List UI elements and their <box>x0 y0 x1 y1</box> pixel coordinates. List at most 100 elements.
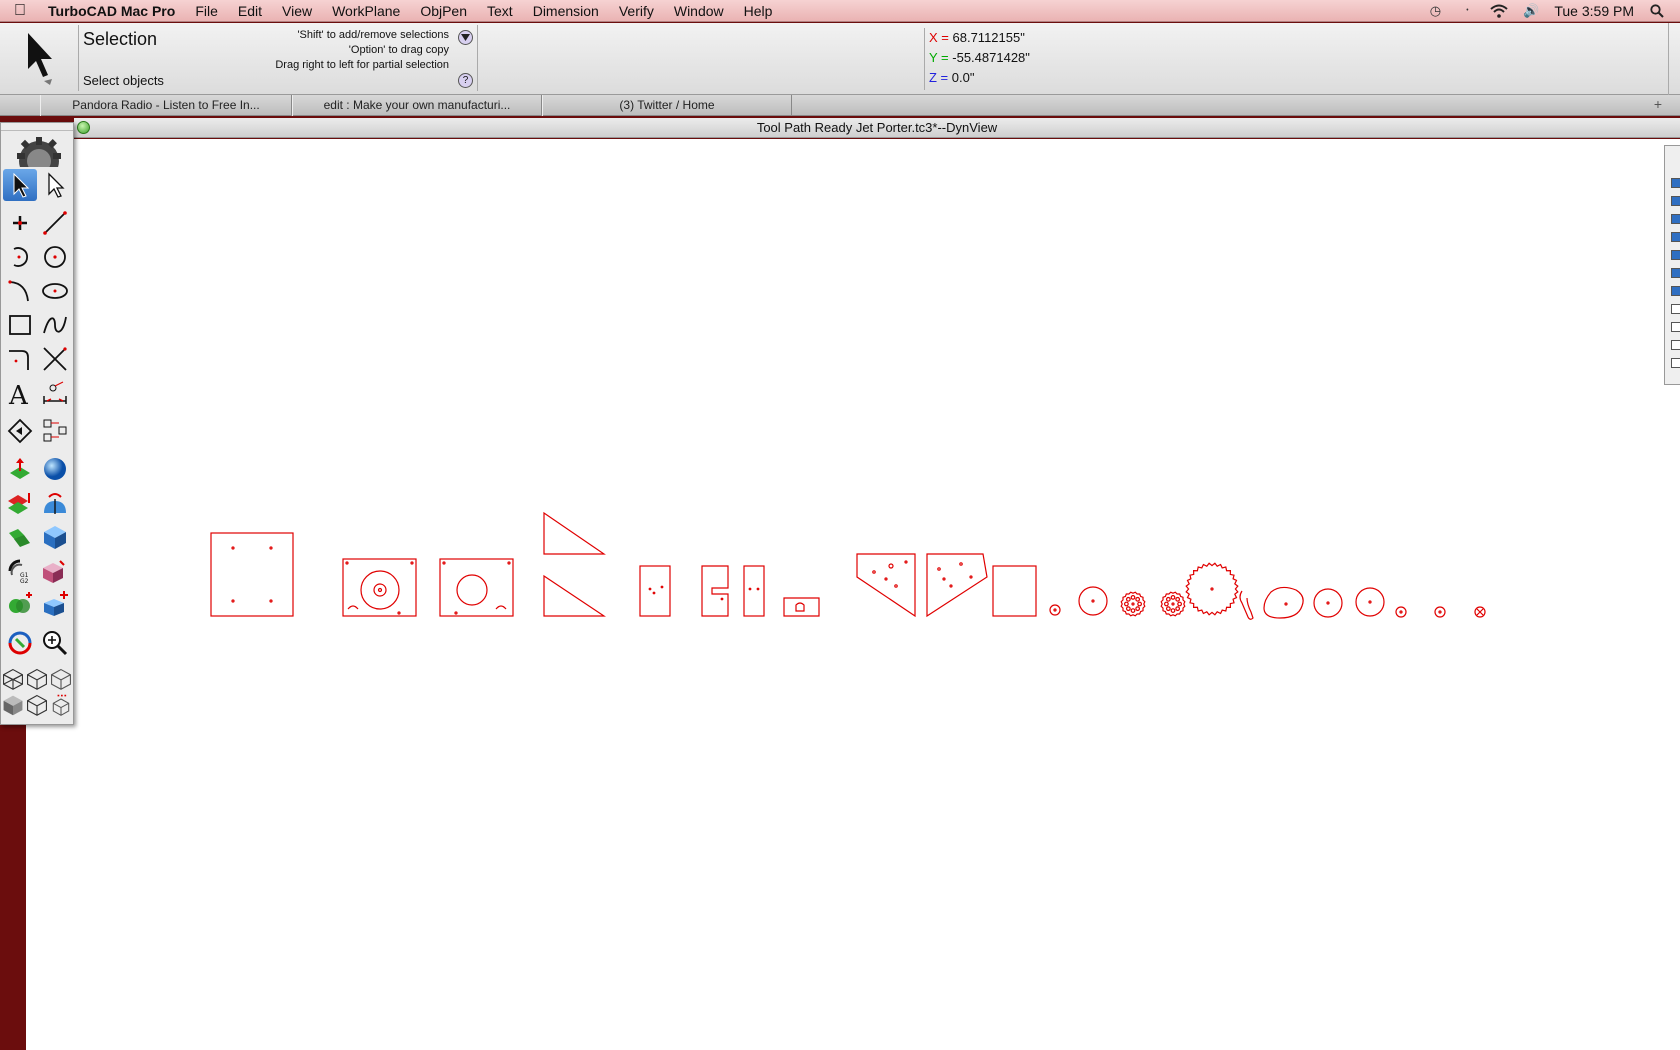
text-tool[interactable]: A <box>3 377 37 409</box>
z-value[interactable]: 0.0" <box>952 70 975 85</box>
menu-file[interactable]: File <box>185 0 228 22</box>
toolpath-g1g2-icon: G1G2 <box>8 559 29 585</box>
menu-window[interactable]: Window <box>664 0 734 22</box>
layer-visibility-checkbox[interactable] <box>1671 358 1680 368</box>
tab-pandora[interactable]: Pandora Radio - Listen to Free In... <box>40 95 292 116</box>
menu-workplane[interactable]: WorkPlane <box>322 0 410 22</box>
wifi-icon[interactable] <box>1490 3 1509 19</box>
curve-tool[interactable] <box>3 275 37 307</box>
menu-view[interactable]: View <box>272 0 322 22</box>
part-cam[interactable] <box>1263 586 1304 619</box>
box-tool[interactable] <box>38 521 72 553</box>
sweep-tool[interactable] <box>3 487 37 519</box>
view-outline-tool[interactable] <box>25 689 49 721</box>
rectangle-tool[interactable] <box>3 309 37 341</box>
drawing-area[interactable] <box>26 139 1680 1050</box>
part-narrow-rect-2[interactable] <box>743 565 765 617</box>
menu-objpen[interactable]: ObjPen <box>410 0 477 22</box>
layer-visibility-checkbox[interactable] <box>1671 340 1680 350</box>
layer-visibility-checkbox[interactable] <box>1671 250 1680 260</box>
part-pentagon-left[interactable] <box>856 553 916 618</box>
part-washer-3[interactable] <box>1474 606 1486 618</box>
add-solid-tool[interactable] <box>38 589 72 621</box>
trim-tool[interactable] <box>38 343 72 375</box>
part-gear-1[interactable] <box>1120 591 1146 617</box>
part-pentagon-right[interactable] <box>926 553 988 618</box>
point-tool[interactable] <box>3 207 37 239</box>
layer-visibility-checkbox[interactable] <box>1671 232 1680 242</box>
orbit-tool[interactable] <box>3 627 37 659</box>
fillet-tool[interactable] <box>3 343 37 375</box>
spline-tool[interactable] <box>38 309 72 341</box>
part-washer-1[interactable] <box>1395 606 1407 618</box>
revolve-tool[interactable] <box>38 487 72 519</box>
window-zoom-button[interactable] <box>77 121 90 134</box>
time-machine-icon[interactable]: ◷ <box>1426 3 1444 19</box>
loft-tool[interactable] <box>3 521 37 553</box>
x-value[interactable]: 68.7112155" <box>953 30 1025 45</box>
view-render-tool[interactable] <box>49 689 73 721</box>
circle-tool[interactable] <box>38 241 72 273</box>
menu-dimension[interactable]: Dimension <box>523 0 609 22</box>
options-dropdown-button[interactable] <box>458 30 473 45</box>
part-washer-2[interactable] <box>1434 606 1446 618</box>
dimension-tool[interactable] <box>38 377 72 409</box>
tab-edit[interactable]: edit : Make your own manufacturi... <box>292 95 542 116</box>
select-tool[interactable] <box>3 169 37 201</box>
view-shaded-tool[interactable] <box>1 689 25 721</box>
sphere-tool[interactable] <box>38 453 72 485</box>
tab-twitter[interactable]: (3) Twitter / Home <box>542 95 792 116</box>
extrude-tool[interactable] <box>3 453 37 485</box>
apple-menu-icon[interactable]:  <box>0 2 40 20</box>
part-hook[interactable] <box>1239 590 1254 620</box>
new-tab-button[interactable]: + <box>1654 96 1662 112</box>
part-large-gear[interactable] <box>1185 562 1239 616</box>
spotlight-search-icon[interactable] <box>1648 3 1666 19</box>
menu-edit[interactable]: Edit <box>228 0 272 22</box>
bluetooth-icon[interactable]: ᛫ <box>1458 3 1476 19</box>
palette-header[interactable] <box>1 123 73 131</box>
part-plate-circle[interactable] <box>439 558 514 617</box>
part-triangle-bottom[interactable] <box>543 574 606 617</box>
document-title-bar[interactable]: Tool Path Ready Jet Porter.tc3*--DynView <box>74 118 1680 138</box>
zoom-tool[interactable] <box>38 627 72 659</box>
volume-icon[interactable]: 🔊 <box>1522 3 1540 19</box>
layer-visibility-checkbox[interactable] <box>1671 304 1680 314</box>
layer-visibility-checkbox[interactable] <box>1671 268 1680 278</box>
menu-help[interactable]: Help <box>734 0 783 22</box>
part-narrow-rect-1[interactable] <box>639 565 671 617</box>
part-disc-2[interactable] <box>1313 588 1343 618</box>
arc-tool[interactable] <box>3 241 37 273</box>
menu-verify[interactable]: Verify <box>609 0 664 22</box>
layer-visibility-checkbox[interactable] <box>1671 214 1680 224</box>
material-tool[interactable] <box>38 555 72 587</box>
menu-text[interactable]: Text <box>477 0 523 22</box>
g-code-tool[interactable]: G1 G2 <box>3 555 37 587</box>
layer-visibility-checkbox[interactable] <box>1671 178 1680 188</box>
part-disc-1[interactable] <box>1078 586 1108 616</box>
part-plate-concentric[interactable] <box>342 558 417 617</box>
menu-app-name[interactable]: TurboCAD Mac Pro <box>40 0 185 22</box>
direct-select-tool[interactable] <box>38 169 72 201</box>
ellipse-tool[interactable] <box>38 275 72 307</box>
part-disc-3[interactable] <box>1355 587 1385 617</box>
boolean-tool[interactable] <box>3 589 37 621</box>
layer-visibility-checkbox[interactable] <box>1671 196 1680 206</box>
array-tool[interactable] <box>38 415 72 447</box>
drawing-canvas[interactable] <box>26 139 1680 1050</box>
transform-tool[interactable] <box>3 415 37 447</box>
part-gear-2[interactable] <box>1160 591 1186 617</box>
line-tool[interactable] <box>38 207 72 239</box>
part-washer-tiny[interactable] <box>1049 604 1061 616</box>
part-square-plate[interactable] <box>210 532 294 617</box>
help-button[interactable]: ? <box>458 73 473 88</box>
menu-clock[interactable]: Tue 3:59 PM <box>1554 3 1634 19</box>
part-triangle-top[interactable] <box>543 511 606 555</box>
part-small-block[interactable] <box>783 597 820 617</box>
y-value[interactable]: -55.4871428" <box>952 50 1030 65</box>
layer-visibility-checkbox[interactable] <box>1671 322 1680 332</box>
layer-visibility-checkbox[interactable] <box>1671 286 1680 296</box>
part-notched-rect[interactable] <box>701 565 729 617</box>
palette-gear-icon[interactable] <box>11 133 67 167</box>
part-square-small[interactable] <box>992 565 1037 617</box>
